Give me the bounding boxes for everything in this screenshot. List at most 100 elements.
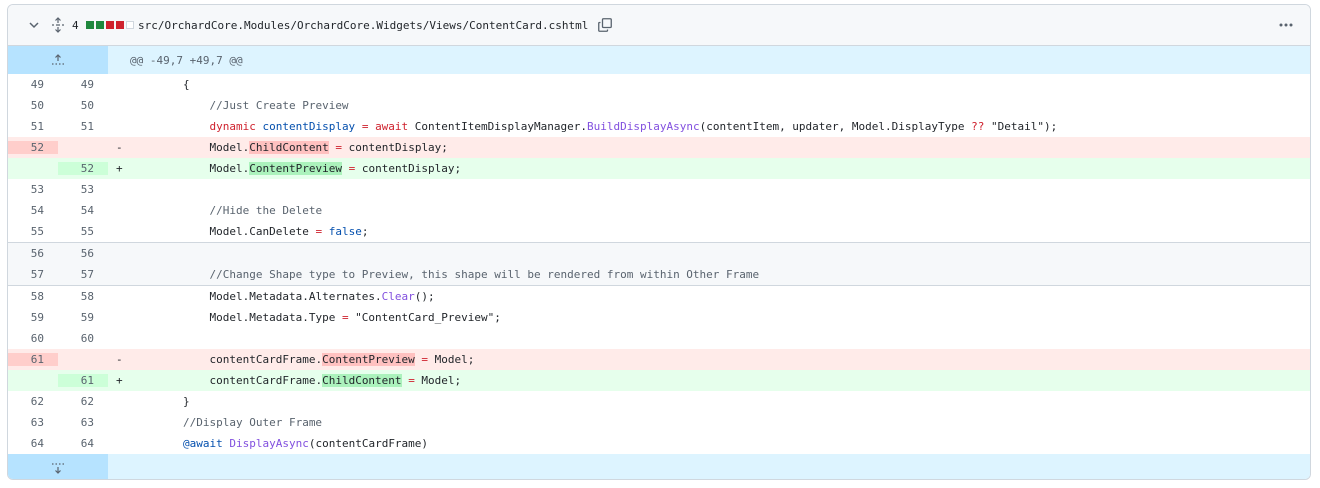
code-text: Model.ContentPreview = contentDisplay;: [130, 162, 1310, 175]
old-line-number[interactable]: 52: [8, 141, 58, 154]
code-token: ContentItemDisplayManager.: [408, 120, 587, 133]
deleted-line: 61 - contentCardFrame.ContentPreview = Mo…: [8, 349, 1310, 370]
expand-all-icon[interactable]: [50, 5, 66, 45]
new-line-number[interactable]: 49: [58, 78, 108, 91]
context-line: 64 64 @await DisplayAsync(contentCardFram…: [8, 433, 1310, 454]
added-line: 52 + Model.ContentPreview = contentDispla…: [8, 158, 1310, 179]
old-line-number[interactable]: 49: [8, 78, 58, 91]
new-line-number[interactable]: 51: [58, 120, 108, 133]
code-token: BuildDisplayAsync: [587, 120, 700, 133]
code-token: ChildContent: [322, 374, 402, 387]
hunk-header-row: @@ -49,7 +49,7 @@: [8, 46, 1310, 74]
new-line-number[interactable]: 56: [58, 247, 108, 260]
new-line-number[interactable]: 61: [58, 374, 108, 387]
code-text: //Just Create Preview: [130, 99, 1310, 112]
code-token: =: [408, 374, 415, 387]
file-path[interactable]: src/OrchardCore.Modules/OrchardCore.Widg…: [138, 5, 588, 45]
code-text: //Change Shape type to Preview, this sha…: [130, 268, 1310, 281]
code-token: {: [182, 78, 190, 91]
diffstat: [86, 5, 135, 45]
old-line-number[interactable]: 60: [8, 332, 58, 345]
code-token: //Change Shape type to Preview, this sha…: [209, 268, 760, 281]
code-token: await: [375, 120, 409, 133]
context-line: 59 59 Model.Metadata.Type = "ContentCard_…: [8, 307, 1310, 328]
context-line: 58 58 Model.Metadata.Alternates.Clear();: [8, 286, 1310, 307]
old-line-number[interactable]: 55: [8, 225, 58, 238]
code-token: Model;: [428, 353, 475, 366]
old-line-number[interactable]: 53: [8, 183, 58, 196]
old-line-number[interactable]: 61: [8, 353, 58, 366]
code-token: ChildContent: [249, 141, 329, 154]
new-line-number[interactable]: 52: [58, 162, 108, 175]
new-line-number[interactable]: 63: [58, 416, 108, 429]
old-line-number[interactable]: 62: [8, 395, 58, 408]
new-line-number[interactable]: 59: [58, 311, 108, 324]
code-token: Model;: [414, 374, 462, 387]
diff-lines: 49 49 {50 50 //Just Create Preview 51 51 dyn…: [8, 74, 1310, 454]
context-line: 53 53: [8, 179, 1310, 200]
new-line-number[interactable]: 58: [58, 290, 108, 303]
old-line-number[interactable]: 64: [8, 437, 58, 450]
code-token: (contentItem, updater, Model.DisplayType: [699, 120, 972, 133]
code-token: (contentCardFrame): [308, 437, 429, 450]
code-token: ;: [361, 225, 369, 238]
context-line: 49 49 {: [8, 74, 1310, 95]
code-text: //Display Outer Frame: [130, 416, 1310, 429]
new-line-number[interactable]: 64: [58, 437, 108, 450]
code-text: {: [130, 78, 1310, 91]
old-line-number[interactable]: 59: [8, 311, 58, 324]
new-line-number[interactable]: 62: [58, 395, 108, 408]
expand-down-icon[interactable]: [8, 454, 108, 479]
expand-up-icon[interactable]: [8, 46, 108, 74]
code-text: Model.Metadata.Type = "ContentCard_Previ…: [130, 311, 1310, 324]
code-token: contentCardFrame.: [209, 353, 323, 366]
new-line-number[interactable]: 60: [58, 332, 108, 345]
code-token: false: [328, 225, 362, 238]
old-line-number[interactable]: 50: [8, 99, 58, 112]
diffstat-square-neu: [126, 21, 134, 29]
code-token: =: [335, 141, 342, 154]
context-line: 54 54 //Hide the Delete: [8, 200, 1310, 221]
copy-icon[interactable]: [597, 5, 613, 45]
file-header: 4 src/OrchardCore.Modules/OrchardCore.Wi…: [8, 5, 1310, 46]
code-token: //Hide the Delete: [209, 204, 323, 217]
code-text: Model.CanDelete = false;: [130, 225, 1310, 238]
hunk-header-text: @@ -49,7 +49,7 @@: [130, 53, 243, 67]
code-token: Model.Metadata.Alternates.: [209, 290, 382, 303]
code-text: @await DisplayAsync(contentCardFrame): [130, 437, 1310, 450]
old-line-number[interactable]: 63: [8, 416, 58, 429]
collapse-chevron-icon[interactable]: [26, 5, 42, 45]
context-line: 57 57 //Change Shape type to Preview, thi…: [8, 264, 1310, 286]
old-line-number[interactable]: 57: [8, 268, 58, 281]
context-line: 56 56: [8, 242, 1310, 264]
diffstat-square-add: [86, 21, 94, 29]
new-line-number[interactable]: 53: [58, 183, 108, 196]
code-token: }: [182, 395, 190, 408]
code-token: Model.: [209, 141, 250, 154]
old-line-number[interactable]: 51: [8, 120, 58, 133]
old-line-number[interactable]: 58: [8, 290, 58, 303]
code-token: ();: [414, 290, 435, 303]
new-line-number[interactable]: 54: [58, 204, 108, 217]
code-token: //Display Outer Frame: [182, 416, 323, 429]
new-line-number[interactable]: 50: [58, 99, 108, 112]
more-options-icon[interactable]: [1276, 5, 1296, 45]
code-token: "ContentCard_Preview";: [348, 311, 501, 324]
old-line-number[interactable]: 54: [8, 204, 58, 217]
new-line-number[interactable]: 57: [58, 268, 108, 281]
code-text: Model.Metadata.Alternates.Clear();: [130, 290, 1310, 303]
new-line-number[interactable]: 55: [58, 225, 108, 238]
context-line: 50 50 //Just Create Preview: [8, 95, 1310, 116]
old-line-number[interactable]: 56: [8, 247, 58, 260]
code-token: ContentPreview: [322, 353, 415, 366]
diffstat-square-del: [106, 21, 114, 29]
code-token: "Detail");: [984, 120, 1058, 133]
